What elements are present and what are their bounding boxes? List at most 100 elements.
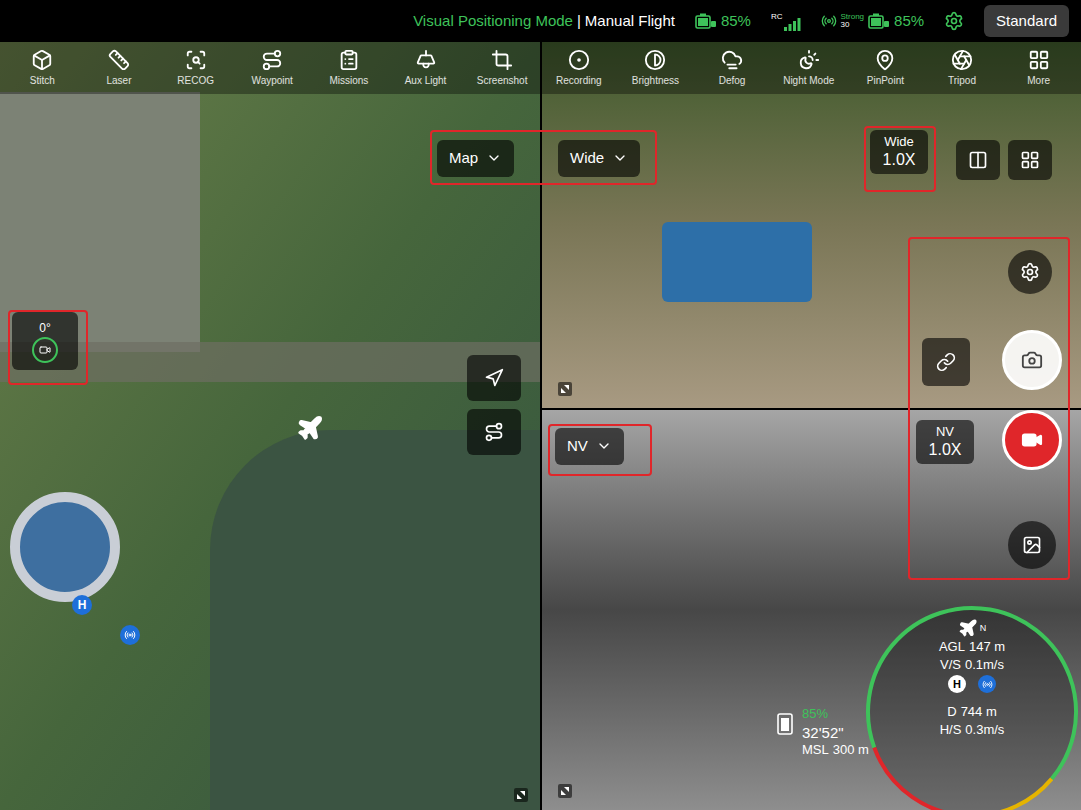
home-marker: H [72, 595, 92, 615]
tool-icon [951, 49, 973, 71]
gallery-button[interactable] [1008, 521, 1056, 569]
camera-direction-icon [39, 344, 51, 356]
hs-value: 0.3m/s [965, 721, 1004, 739]
toolbar-label: PinPoint [867, 73, 904, 88]
toolbar-label: Missions [329, 73, 368, 88]
chevron-down-icon [596, 438, 612, 454]
agl-readout: AGL147 m [939, 638, 1005, 656]
video-signal-icon [821, 13, 837, 29]
toolbar-label: More [1027, 73, 1050, 88]
camera-settings-icon [1020, 262, 1040, 282]
toolbar-label: RECOG [177, 73, 214, 88]
tool-icon [874, 49, 896, 71]
toolbar-item[interactable]: Recording [540, 42, 617, 94]
toolbar-item[interactable]: Aux Light [387, 42, 464, 94]
home-rc-markers: H [948, 673, 996, 695]
shutter-button[interactable] [1002, 330, 1062, 390]
rc-position-icon [982, 679, 993, 690]
toolbar-item[interactable]: PinPoint [847, 42, 924, 94]
vs-label: V/S [940, 656, 961, 674]
chevron-down-icon [486, 150, 502, 166]
attitude-indicator: NAGL147 mV/S0.1m/sHD744 mH/S0.3m/s [864, 604, 1080, 810]
positioning-mode: Visual Positioning Mode [413, 10, 573, 33]
settings-icon[interactable] [944, 11, 964, 31]
camera-settings-button[interactable] [1008, 250, 1052, 294]
tool-icon [568, 49, 590, 71]
rc-battery-value: 85% [894, 10, 924, 33]
grid-layout-button[interactable] [1008, 140, 1052, 180]
toolbar-item[interactable]: Tripod [924, 42, 1001, 94]
rc-signal: RC [771, 11, 801, 31]
camera-icon [1021, 349, 1043, 371]
agl-label: AGL [939, 638, 965, 656]
map-expand-icon[interactable] [514, 788, 528, 802]
rc-marker [120, 625, 140, 645]
video-signal-label: Strong [841, 13, 865, 21]
flight-mode: Visual Positioning Mode|Manual Flight [413, 10, 675, 33]
video-column: WideWide1.0XNVNAGL147 mV/S0.1m/sHD744 mH… [542, 42, 1081, 810]
flight-time: 32'52" [802, 723, 869, 743]
gimbal-widget[interactable]: 0° [12, 312, 78, 370]
tool-icon [798, 49, 820, 71]
tool-icon [338, 49, 360, 71]
toolbar-item[interactable]: Laser [81, 42, 158, 94]
locate-button[interactable] [467, 355, 521, 401]
aircraft-battery-value: 85% [721, 10, 751, 33]
link-icon [936, 352, 956, 372]
toolbar-item[interactable]: Screenshot [464, 42, 541, 94]
video-icon [1021, 429, 1043, 451]
toolbar-item[interactable]: Waypoint [234, 42, 311, 94]
split-layout-icon [968, 150, 988, 170]
toolbar-item[interactable]: Stitch [4, 42, 81, 94]
msl-value: 300 m [833, 742, 869, 759]
dropdown-label: Wide [570, 147, 604, 170]
map-panel[interactable]: Map 0° H [0, 42, 540, 810]
link-button[interactable] [922, 338, 970, 386]
toolbar-item[interactable]: Brightness [617, 42, 694, 94]
nv-source-dropdown[interactable]: NV [555, 428, 624, 465]
toolbar-label: Stitch [30, 73, 55, 88]
route-icon [484, 422, 504, 442]
nv-zoom-badge[interactable]: NV1.0X [916, 420, 974, 464]
layout-buttons [956, 140, 1052, 180]
wide-source-dropdown[interactable]: Wide [558, 140, 640, 177]
drone-battery-icon [774, 712, 798, 738]
drone-battery-value: 85% [802, 706, 869, 723]
wide-pane[interactable]: Wide Wide1.0X [542, 42, 1081, 408]
toolbar-item[interactable]: More [1000, 42, 1077, 94]
tool-icon [185, 49, 207, 71]
toolbar-item[interactable]: RECOG [157, 42, 234, 94]
tool-icon [31, 49, 53, 71]
aircraft-battery-icon [695, 12, 717, 30]
profile-button[interactable]: Standard [984, 5, 1069, 38]
toolbar-label: Defog [719, 73, 746, 88]
route-button[interactable] [467, 409, 521, 455]
toolbar-label: Brightness [632, 73, 679, 88]
map-road [0, 342, 540, 382]
toolbar-item[interactable]: Night Mode [770, 42, 847, 94]
rc-battery-icon [868, 12, 890, 30]
dropdown-label: NV [567, 435, 588, 458]
split-layout-button[interactable] [956, 140, 1000, 180]
nv-expand-icon[interactable] [558, 784, 572, 798]
annotation-box [864, 126, 936, 192]
gallery-icon [1022, 535, 1042, 555]
record-button[interactable] [1002, 410, 1062, 470]
tool-icon [644, 49, 666, 71]
toolbar-label: Screenshot [477, 73, 528, 88]
toolbar-label: Aux Light [405, 73, 447, 88]
map-source-dropdown[interactable]: Map [437, 140, 514, 177]
zoom-value: 1.0X [929, 440, 962, 460]
wide-zoom-badge[interactable]: Wide1.0X [870, 130, 928, 174]
toolbar-label: Tripod [948, 73, 976, 88]
toolbar-label: Waypoint [252, 73, 293, 88]
nv-pane[interactable]: NVNAGL147 mV/S0.1m/sHD744 mH/S0.3m/s85%3… [542, 410, 1081, 810]
distance-readout: D744 m [947, 703, 997, 721]
wide-expand-icon[interactable] [558, 382, 572, 396]
toolbar-item[interactable]: Defog [694, 42, 771, 94]
separator: | [577, 10, 581, 33]
vs-value: 0.1m/s [965, 656, 1004, 674]
aircraft-battery: 85% [695, 10, 751, 33]
flight-stats: 85%32'52"MSL300 m [774, 706, 869, 759]
toolbar-item[interactable]: Missions [311, 42, 388, 94]
